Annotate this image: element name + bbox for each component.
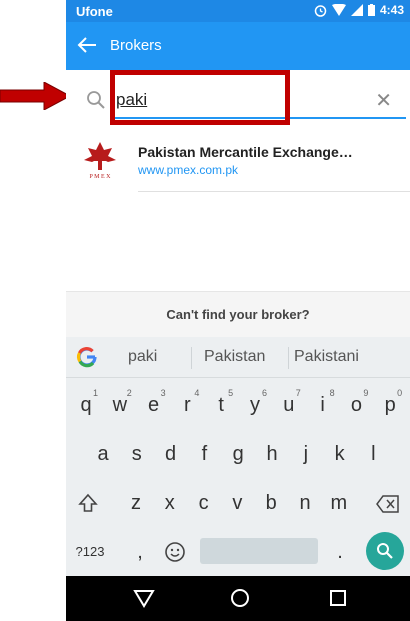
logo-text: P M E X xyxy=(90,174,112,180)
space-key[interactable] xyxy=(200,538,318,564)
clear-search-icon[interactable]: ✕ xyxy=(375,88,392,113)
key-i[interactable]: i8 xyxy=(307,381,339,429)
key-label: i xyxy=(320,394,325,416)
google-g-icon[interactable] xyxy=(74,344,100,370)
key-number-hint: 9 xyxy=(363,388,369,398)
key-row-2: asdfghjkl xyxy=(66,430,410,478)
key-row-4: ?123 , . xyxy=(66,528,410,576)
key-label: p xyxy=(384,394,396,416)
key-f[interactable]: f xyxy=(188,430,220,478)
suggestion-3[interactable]: Pakistani xyxy=(294,348,359,366)
key-number-hint: 7 xyxy=(295,388,301,398)
annotation-arrow xyxy=(0,82,70,110)
divider xyxy=(138,191,410,192)
key-s[interactable]: s xyxy=(121,430,153,478)
keyboard: paki Pakistan Pakistani q1w2e3r4t5y6u7i8… xyxy=(66,337,410,576)
alarm-icon xyxy=(314,4,327,17)
key-row-3: zxcvbnm xyxy=(66,479,410,527)
key-j[interactable]: j xyxy=(290,430,322,478)
key-x[interactable]: x xyxy=(154,479,186,527)
key-y[interactable]: y6 xyxy=(239,381,271,429)
pmex-logo-icon: P M E X xyxy=(84,142,116,180)
key-label: t xyxy=(218,394,224,416)
key-label: w xyxy=(112,394,128,416)
search-icon xyxy=(377,543,393,559)
signal-icon xyxy=(350,4,363,16)
clock: 4:43 xyxy=(379,3,404,17)
key-number-hint: 0 xyxy=(397,388,403,398)
key-p[interactable]: p0 xyxy=(374,381,406,429)
key-a[interactable]: a xyxy=(87,430,119,478)
emoji-icon[interactable] xyxy=(164,541,186,563)
key-w[interactable]: w2 xyxy=(104,381,136,429)
divider xyxy=(288,347,289,369)
battery-icon xyxy=(367,4,375,16)
annotation-highlight-box xyxy=(110,70,290,125)
back-arrow-icon[interactable] xyxy=(74,32,100,58)
key-number-hint: 4 xyxy=(194,388,200,398)
key-m[interactable]: m xyxy=(323,479,355,527)
key-z[interactable]: z xyxy=(120,479,152,527)
suggestion-2[interactable]: Pakistan xyxy=(204,348,265,366)
key-label: u xyxy=(283,394,295,416)
key-number-hint: 5 xyxy=(228,388,234,398)
key-d[interactable]: d xyxy=(155,430,187,478)
key-label: q xyxy=(80,394,92,416)
key-number-hint: 6 xyxy=(261,388,267,398)
page-title: Brokers xyxy=(110,37,162,54)
key-t[interactable]: t5 xyxy=(205,381,237,429)
shift-icon[interactable] xyxy=(78,493,98,513)
broker-url[interactable]: www.pmex.com.pk xyxy=(138,163,238,177)
key-u[interactable]: u7 xyxy=(273,381,305,429)
key-l[interactable]: l xyxy=(357,430,389,478)
key-label: e xyxy=(148,394,160,416)
key-number-hint: 8 xyxy=(329,388,335,398)
status-bar: Ufone 4:43 xyxy=(66,0,410,22)
key-number-hint: 3 xyxy=(160,388,166,398)
backspace-icon[interactable] xyxy=(376,495,400,513)
key-h[interactable]: h xyxy=(256,430,288,478)
key-q[interactable]: q1 xyxy=(70,381,102,429)
cant-find-broker-button[interactable]: Can't find your broker? xyxy=(66,291,410,338)
key-g[interactable]: g xyxy=(222,430,254,478)
suggestion-1[interactable]: paki xyxy=(128,348,157,366)
recents-square-icon[interactable] xyxy=(326,586,350,610)
app-bar: Brokers xyxy=(66,22,410,70)
key-row-1: q1w2e3r4t5y6u7i8o9p0 xyxy=(66,381,410,429)
key-v[interactable]: v xyxy=(221,479,253,527)
divider xyxy=(191,347,192,369)
key-number-hint: 1 xyxy=(92,388,98,398)
back-triangle-icon[interactable] xyxy=(132,586,156,610)
home-circle-icon[interactable] xyxy=(228,586,252,610)
navigation-bar xyxy=(66,576,410,621)
broker-name: Pakistan Mercantile Exchange… xyxy=(138,144,353,160)
carrier-label: Ufone xyxy=(76,4,113,19)
key-o[interactable]: o9 xyxy=(340,381,372,429)
key-label: r xyxy=(184,394,191,416)
status-icons: 4:43 xyxy=(314,3,404,17)
key-b[interactable]: b xyxy=(255,479,287,527)
key-number-hint: 2 xyxy=(126,388,132,398)
period-key[interactable]: . xyxy=(324,528,356,576)
key-label: o xyxy=(350,394,362,416)
suggestion-strip: paki Pakistan Pakistani xyxy=(66,337,410,378)
cant-find-label: Can't find your broker? xyxy=(166,307,310,322)
key-e[interactable]: e3 xyxy=(138,381,170,429)
comma-key[interactable]: , xyxy=(124,528,156,576)
list-item[interactable]: P M E X Pakistan Mercantile Exchange… ww… xyxy=(66,132,410,192)
wifi-icon xyxy=(331,4,346,16)
search-icon xyxy=(87,91,105,109)
symbols-key[interactable]: ?123 xyxy=(70,528,110,576)
key-n[interactable]: n xyxy=(289,479,321,527)
search-go-button[interactable] xyxy=(366,532,404,570)
key-k[interactable]: k xyxy=(324,430,356,478)
key-c[interactable]: c xyxy=(188,479,220,527)
key-label: y xyxy=(250,394,260,416)
key-r[interactable]: r4 xyxy=(171,381,203,429)
